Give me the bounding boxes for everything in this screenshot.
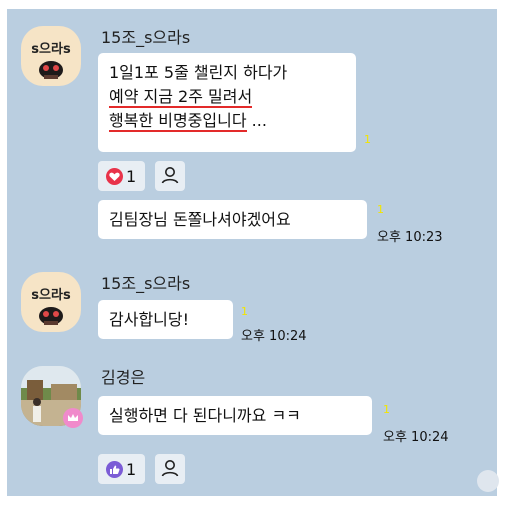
highlighted-text: 예약 지금 2주 밀려서 xyxy=(109,87,253,108)
reaction-chip[interactable]: 1 xyxy=(98,454,145,484)
unread-count: 1 xyxy=(377,203,384,216)
message-line-highlighted: 예약 지금 2주 밀려서 xyxy=(109,85,345,109)
person-icon xyxy=(161,460,179,477)
mascot-icon xyxy=(39,307,63,325)
sender-avatar[interactable]: s으라s xyxy=(21,26,81,86)
reaction-users-chip[interactable] xyxy=(155,454,185,484)
message-text: 김팀장님 돈쫄나셔야겠어요 xyxy=(109,210,291,229)
crown-badge-icon xyxy=(63,408,83,428)
ellipsis-text: ... xyxy=(246,111,267,130)
reaction-users-chip[interactable] xyxy=(155,161,185,191)
thumbs-up-icon xyxy=(106,460,123,478)
crown-icon xyxy=(68,414,78,421)
message-time: 오후 10:24 xyxy=(241,329,307,344)
message-time: 오후 10:24 xyxy=(383,430,449,445)
sender-name: 15조_s으라s xyxy=(101,274,191,293)
highlighted-text: 행복한 비명중입니다 xyxy=(109,111,247,132)
reaction-count: 1 xyxy=(126,459,137,479)
avatar-label: s으라s xyxy=(31,42,71,57)
unread-count: 1 xyxy=(383,403,390,416)
sender-name: 김경은 xyxy=(101,368,146,387)
message-line: 1일1포 5줄 챌린지 하다가 xyxy=(109,63,288,82)
message-bubble[interactable]: 실행하면 다 된다니까요 ㅋㅋ xyxy=(98,396,372,435)
message-bubble[interactable]: 감사합니당! xyxy=(98,300,233,339)
avatar-label: s으라s xyxy=(31,288,71,303)
message-bubble[interactable]: 1일1포 5줄 챌린지 하다가 예약 지금 2주 밀려서 행복한 비명중입니다 … xyxy=(98,53,356,152)
heart-icon xyxy=(106,167,123,185)
message-text: 감사합니당! xyxy=(109,310,190,329)
reaction-chip[interactable]: 1 xyxy=(98,161,145,191)
message-bubble[interactable]: 김팀장님 돈쫄나셔야겠어요 xyxy=(98,200,367,239)
chat-room: s으라s 15조_s으라s 1일1포 5줄 챌린지 하다가 예약 지금 2주 밀… xyxy=(0,0,505,505)
scroll-to-bottom-button[interactable] xyxy=(477,470,499,492)
mascot-icon xyxy=(39,61,63,79)
reaction-count: 1 xyxy=(126,166,137,186)
unread-count: 1 xyxy=(364,133,371,146)
person-icon xyxy=(161,167,179,184)
sender-name: 15조_s으라s xyxy=(101,28,191,47)
message-line-highlighted: 행복한 비명중입니다 ... xyxy=(109,109,345,133)
message-time: 오후 10:23 xyxy=(377,230,443,245)
sender-avatar[interactable]: s으라s xyxy=(21,272,81,332)
message-text: 실행하면 다 된다니까요 ㅋㅋ xyxy=(109,406,301,425)
unread-count: 1 xyxy=(241,305,248,318)
